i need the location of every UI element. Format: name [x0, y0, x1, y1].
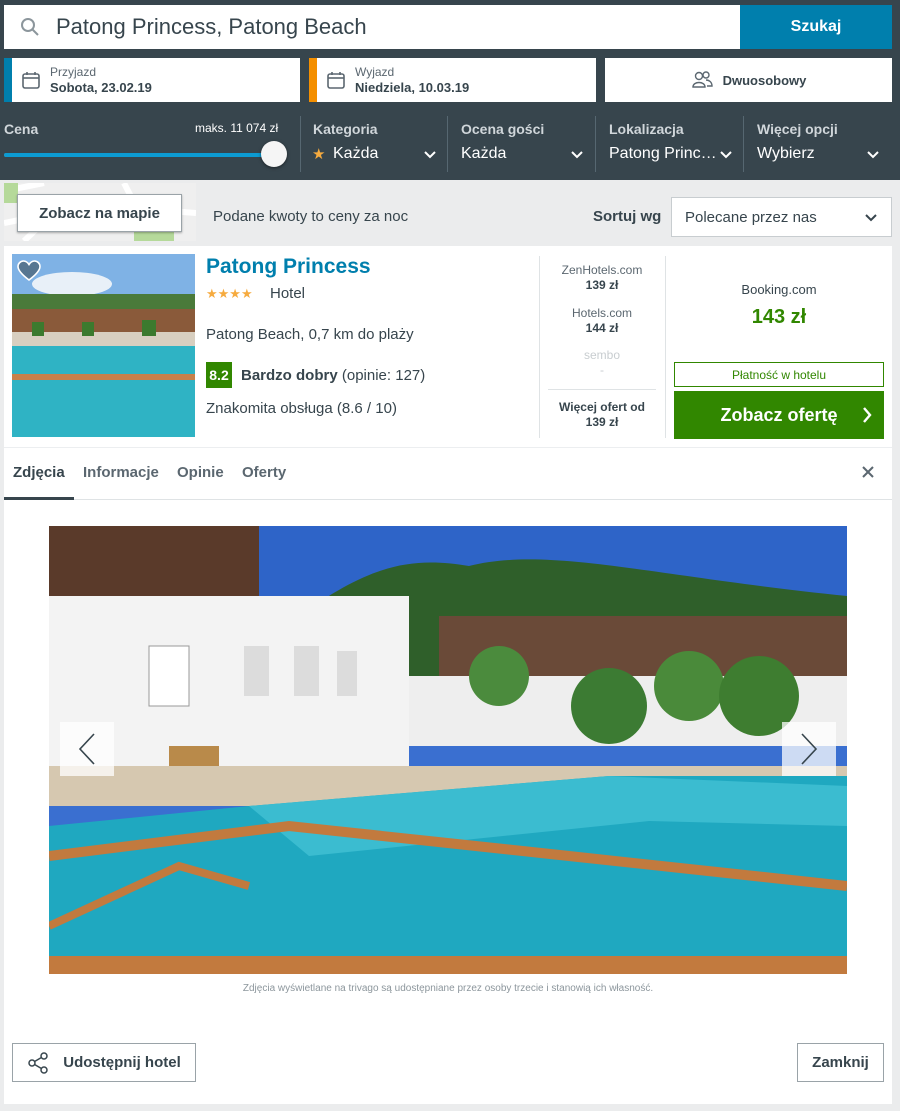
checkout-value: Niedziela, 10.03.19 [355, 79, 470, 95]
rating-summary[interactable]: Bardzo dobry (opinie: 127) [241, 367, 425, 384]
chevron-down-icon [865, 214, 877, 222]
chevron-down-icon[interactable] [719, 150, 733, 160]
rating-reviews: (opinie: 127) [341, 367, 426, 384]
tab-photos[interactable]: Zdjęcia [13, 464, 65, 481]
column-divider [539, 256, 540, 438]
more-offers-link[interactable]: Więcej ofert od 139 zł [548, 400, 656, 430]
close-button[interactable]: Zamknij [797, 1043, 884, 1082]
offer-site: Hotels.com [571, 306, 633, 320]
star-icon: ★ [312, 146, 326, 163]
column-divider [665, 256, 666, 438]
filter-divider [743, 116, 744, 172]
price-max-label: maks. 11 074 zł [195, 121, 279, 135]
more-options-value[interactable]: Wybierz [757, 145, 815, 163]
best-offer-site: Booking.com [741, 282, 817, 297]
search-icon [4, 5, 56, 49]
offer-price: - [600, 363, 604, 377]
chevron-right-icon [801, 733, 818, 765]
hotel-location: Patong Beach, 0,7 km do plaży [206, 326, 414, 343]
checkin-date-field[interactable]: Przyjazd Sobota, 23.02.19 [4, 58, 300, 102]
share-icon [28, 1051, 48, 1074]
offer-site: sembo [583, 348, 621, 362]
location-filter-value[interactable]: Patong Princ… [609, 145, 717, 163]
rating-filter-value[interactable]: Każda [461, 145, 506, 163]
hotel-stars: ★★★★ [206, 286, 253, 301]
checkin-accent [4, 58, 12, 102]
sort-value: Polecane przez nas [685, 208, 817, 226]
sort-label: Sortuj wg [593, 208, 662, 225]
search-input[interactable]: Patong Princess, Patong Beach [4, 5, 740, 49]
price-slider-fill [4, 153, 272, 157]
guests-icon [691, 70, 713, 91]
category-filter-value[interactable]: Każda [333, 145, 378, 163]
payment-at-hotel-badge: Płatność w hotelu [674, 362, 884, 387]
gallery-prev-button[interactable] [60, 722, 114, 776]
checkout-date-field[interactable]: Wyjazd Niedziela, 10.03.19 [309, 58, 596, 102]
price-slider-handle[interactable] [261, 141, 287, 167]
offer-price: 144 zł [585, 321, 619, 335]
checkin-label: Przyjazd [50, 64, 97, 79]
search-button[interactable]: Szukaj [740, 5, 892, 49]
tabs-border [4, 499, 892, 500]
offers-divider [548, 389, 656, 390]
gallery-next-button[interactable] [782, 722, 836, 776]
filter-divider [595, 116, 596, 172]
chevron-down-icon[interactable] [570, 150, 584, 160]
price-per-night-note: Podane kwoty to ceny za noc [213, 208, 409, 225]
rating-word: Bardzo dobry [241, 367, 338, 384]
sort-select[interactable]: Polecane przez nas [671, 197, 892, 237]
view-deal-label: Zobacz ofertę [720, 404, 838, 425]
calendar-icon [317, 70, 355, 90]
chevron-left-icon [78, 733, 95, 765]
filter-divider [300, 116, 301, 172]
share-hotel-button[interactable]: Udostępnij hotel [12, 1043, 196, 1082]
rating-filter-label: Ocena gości [461, 121, 545, 137]
hotel-type: Hotel [270, 285, 306, 302]
hotel-name[interactable]: Patong Princess [206, 255, 371, 279]
more-options-label: Więcej opcji [757, 121, 838, 137]
tab-reviews[interactable]: Opinie [177, 464, 224, 481]
location-filter-label: Lokalizacja [609, 121, 684, 137]
offer-price: 139 zł [585, 278, 619, 292]
calendar-icon [12, 70, 50, 90]
share-hotel-label: Udostępnij hotel [63, 1054, 181, 1071]
tab-info[interactable]: Informacje [83, 464, 159, 481]
chevron-down-icon[interactable] [423, 150, 437, 160]
room-type-label: Dwuosobowy [722, 72, 807, 88]
tab-offers[interactable]: Oferty [242, 464, 286, 481]
checkout-label: Wyjazd [355, 64, 395, 79]
active-tab-indicator [4, 497, 74, 500]
offer-item[interactable]: Hotels.com 144 zł [548, 306, 656, 336]
room-type-selector[interactable]: Dwuosobowy [605, 58, 892, 102]
gallery-photo[interactable] [49, 526, 847, 974]
checkin-value: Sobota, 23.02.19 [50, 79, 152, 95]
search-query: Patong Princess, Patong Beach [56, 14, 367, 39]
tabs-top-border [4, 447, 892, 448]
filter-divider [447, 116, 448, 172]
best-offer-price: 143 zł [751, 306, 807, 328]
chevron-down-icon[interactable] [866, 150, 880, 160]
show-map-button[interactable]: Zobacz na mapie [17, 194, 182, 232]
rating-score-badge: 8.2 [206, 362, 232, 388]
offer-item[interactable]: sembo - [548, 348, 656, 378]
price-filter-label: Cena [4, 121, 39, 137]
photo-disclaimer: Zdjęcia wyświetlane na trivago są udostę… [242, 983, 654, 994]
checkout-accent [309, 58, 317, 102]
offer-site: ZenHotels.com [561, 263, 643, 277]
service-rating: Znakomita obsługa (8.6 / 10) [206, 400, 397, 417]
favorite-heart-icon[interactable] [17, 260, 41, 282]
close-icon[interactable] [860, 464, 876, 480]
more-offers-line2: 139 zł [585, 415, 619, 429]
more-offers-line1: Więcej ofert od [559, 400, 645, 414]
chevron-right-icon [863, 407, 872, 423]
category-filter-label: Kategoria [313, 121, 378, 137]
offer-item[interactable]: ZenHotels.com 139 zł [548, 263, 656, 293]
view-deal-button[interactable]: Zobacz ofertę [674, 391, 884, 439]
